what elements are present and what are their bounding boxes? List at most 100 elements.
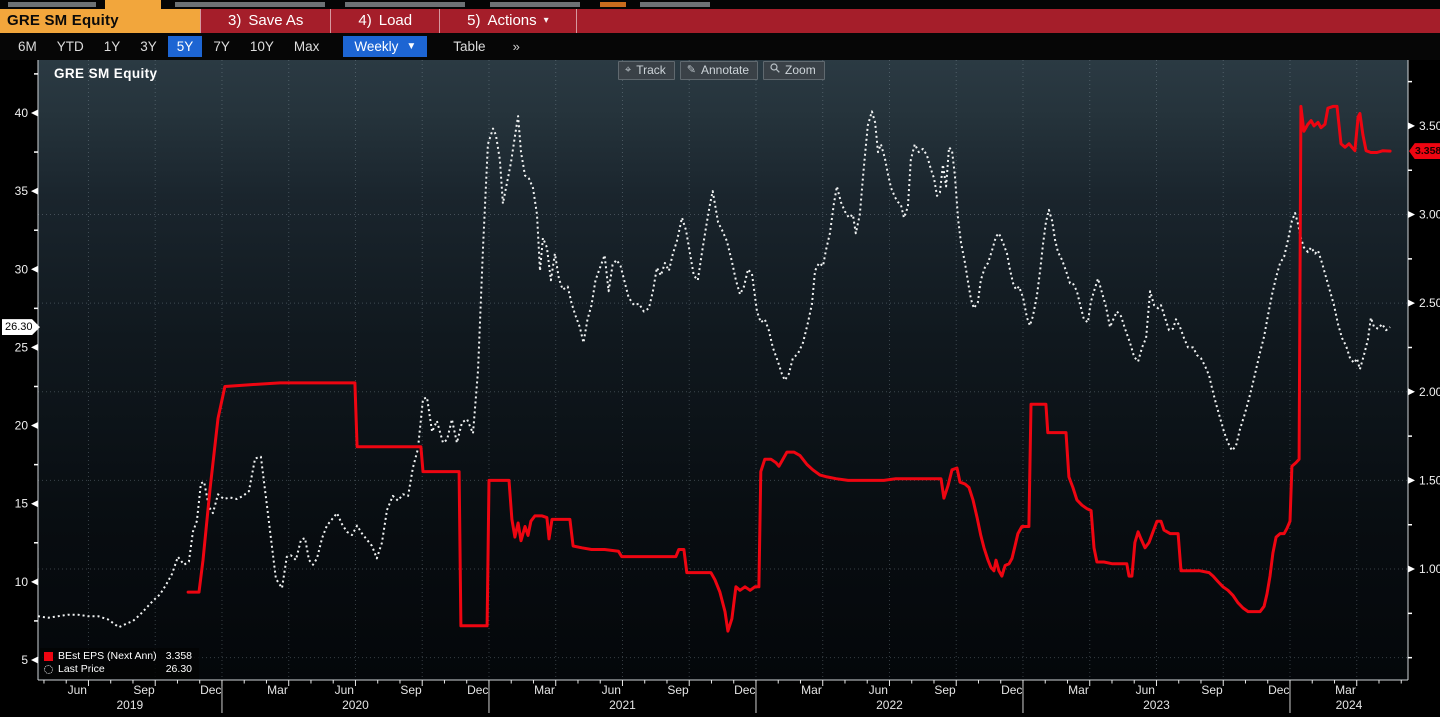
load-label: Load [379, 9, 412, 33]
period-dropdown[interactable]: Weekly ▼ [343, 36, 427, 57]
svg-text:Sep: Sep [133, 683, 155, 697]
actions-key: 5) [467, 9, 480, 33]
svg-text:Jun: Jun [1136, 683, 1155, 697]
magnifier-icon [770, 63, 780, 77]
zoom-label: Zoom [785, 63, 816, 77]
svg-text:1.50: 1.50 [1419, 473, 1440, 487]
svg-text:2024: 2024 [1336, 698, 1363, 712]
svg-text:2019: 2019 [116, 698, 143, 712]
eps-series-value: 3.358 [162, 650, 192, 663]
zoom-button[interactable]: Zoom [763, 61, 825, 80]
clipped-text-fragment [640, 2, 710, 7]
eps-series-swatch [44, 652, 53, 661]
save-as-button[interactable]: 3) Save As [201, 9, 330, 33]
chart-tools: ⌖ Track ✎ Annotate Zoom [618, 61, 825, 80]
svg-text:Sep: Sep [667, 683, 689, 697]
svg-text:Mar: Mar [1068, 683, 1089, 697]
toolbar-filler [577, 9, 1440, 33]
svg-text:40: 40 [15, 106, 29, 120]
chevron-down-icon: ▾ [544, 9, 549, 33]
last-price-axis-badge: 26.30 [2, 319, 40, 335]
svg-text:Dec: Dec [467, 683, 488, 697]
tab-7y[interactable]: 7Y [204, 36, 239, 57]
svg-text:Sep: Sep [1201, 683, 1223, 697]
svg-text:1.00: 1.00 [1419, 562, 1440, 576]
clipped-text-fragment [600, 2, 626, 7]
chart-legend: BEst EPS (Next Ann) 3.358 Last Price 26.… [40, 648, 199, 679]
tab-10y[interactable]: 10Y [241, 36, 283, 57]
tab-ytd[interactable]: YTD [48, 36, 93, 57]
tab-3y[interactable]: 3Y [131, 36, 166, 57]
svg-text:25: 25 [15, 340, 29, 354]
svg-text:Dec: Dec [200, 683, 221, 697]
tab-max[interactable]: Max [285, 36, 329, 57]
save-as-key: 3) [228, 9, 241, 33]
tab-6m[interactable]: 6M [9, 36, 46, 57]
pencil-icon: ✎ [687, 63, 696, 77]
eps-axis-badge: 3.358 [1409, 143, 1440, 159]
track-crosshair-icon: ⌖ [625, 63, 631, 77]
svg-text:Sep: Sep [934, 683, 956, 697]
svg-text:Jun: Jun [869, 683, 888, 697]
svg-text:Dec: Dec [734, 683, 755, 697]
track-button[interactable]: ⌖ Track [618, 61, 675, 80]
svg-text:30: 30 [15, 262, 29, 276]
tab-table[interactable]: Table [444, 36, 494, 57]
clipped-text-fragment [8, 2, 96, 7]
chart-plot[interactable]: 5 10 15 20 25 30 35 40 1.00 1.50 2.00 2.50 3.00 3.50 J… [0, 60, 1440, 717]
svg-text:20: 20 [15, 419, 29, 433]
svg-text:Sep: Sep [400, 683, 422, 697]
range-tab-bar: 6M YTD 1Y 3Y 5Y 7Y 10Y Max Weekly ▼ Tabl… [0, 33, 1440, 60]
more-tabs-chevron[interactable]: » [504, 36, 529, 57]
svg-text:2.50: 2.50 [1419, 296, 1440, 310]
track-label: Track [636, 63, 666, 77]
svg-text:Jun: Jun [68, 683, 87, 697]
bloomberg-terminal-window: GRE SM Equity 3) Save As 4) Load 5) Acti… [0, 0, 1440, 717]
svg-text:Dec: Dec [1268, 683, 1289, 697]
svg-text:2021: 2021 [609, 698, 636, 712]
security-input[interactable]: GRE SM Equity [0, 9, 200, 33]
period-label: Weekly [354, 39, 398, 54]
svg-text:3.00: 3.00 [1419, 208, 1440, 222]
svg-text:Mar: Mar [1335, 683, 1356, 697]
clipped-text-fragment [345, 2, 465, 7]
svg-text:Jun: Jun [335, 683, 354, 697]
svg-text:5: 5 [21, 653, 28, 667]
svg-text:Dec: Dec [1001, 683, 1022, 697]
chart-security-title: GRE SM Equity [54, 66, 157, 81]
tab-5y-selected[interactable]: 5Y [168, 36, 203, 57]
clipped-amber-field [105, 0, 161, 9]
load-button[interactable]: 4) Load [331, 9, 439, 33]
svg-text:2.00: 2.00 [1419, 385, 1440, 399]
eps-series-label: BEst EPS (Next Ann) [58, 650, 162, 663]
last-price-swatch [44, 665, 53, 674]
tab-1y[interactable]: 1Y [95, 36, 130, 57]
svg-text:15: 15 [15, 497, 29, 511]
annotate-button[interactable]: ✎ Annotate [680, 61, 758, 80]
load-key: 4) [358, 9, 371, 33]
actions-label: Actions [487, 9, 536, 33]
chart-panel: 5 10 15 20 25 30 35 40 1.00 1.50 2.00 2.50 3.00 3.50 J… [0, 60, 1440, 717]
svg-text:2023: 2023 [1143, 698, 1170, 712]
last-price-value: 26.30 [162, 663, 192, 676]
last-price-label: Last Price [58, 663, 162, 676]
clipped-command-row [0, 0, 1440, 9]
svg-text:Mar: Mar [801, 683, 822, 697]
actions-button[interactable]: 5) Actions ▾ [440, 9, 576, 33]
function-toolbar: GRE SM Equity 3) Save As 4) Load 5) Acti… [0, 9, 1440, 33]
legend-row-price[interactable]: Last Price 26.30 [44, 663, 192, 676]
svg-text:Jun: Jun [602, 683, 621, 697]
clipped-text-fragment [175, 2, 325, 7]
svg-text:Mar: Mar [534, 683, 555, 697]
save-as-label: Save As [248, 9, 303, 33]
svg-text:10: 10 [15, 575, 29, 589]
svg-text:35: 35 [15, 184, 29, 198]
clipped-text-fragment [490, 2, 580, 7]
legend-row-eps[interactable]: BEst EPS (Next Ann) 3.358 [44, 650, 192, 663]
svg-text:Mar: Mar [267, 683, 288, 697]
svg-text:2020: 2020 [342, 698, 369, 712]
annotate-label: Annotate [701, 63, 749, 77]
chevron-down-icon: ▼ [406, 41, 416, 52]
svg-text:3.50: 3.50 [1419, 119, 1440, 133]
svg-text:2022: 2022 [876, 698, 903, 712]
